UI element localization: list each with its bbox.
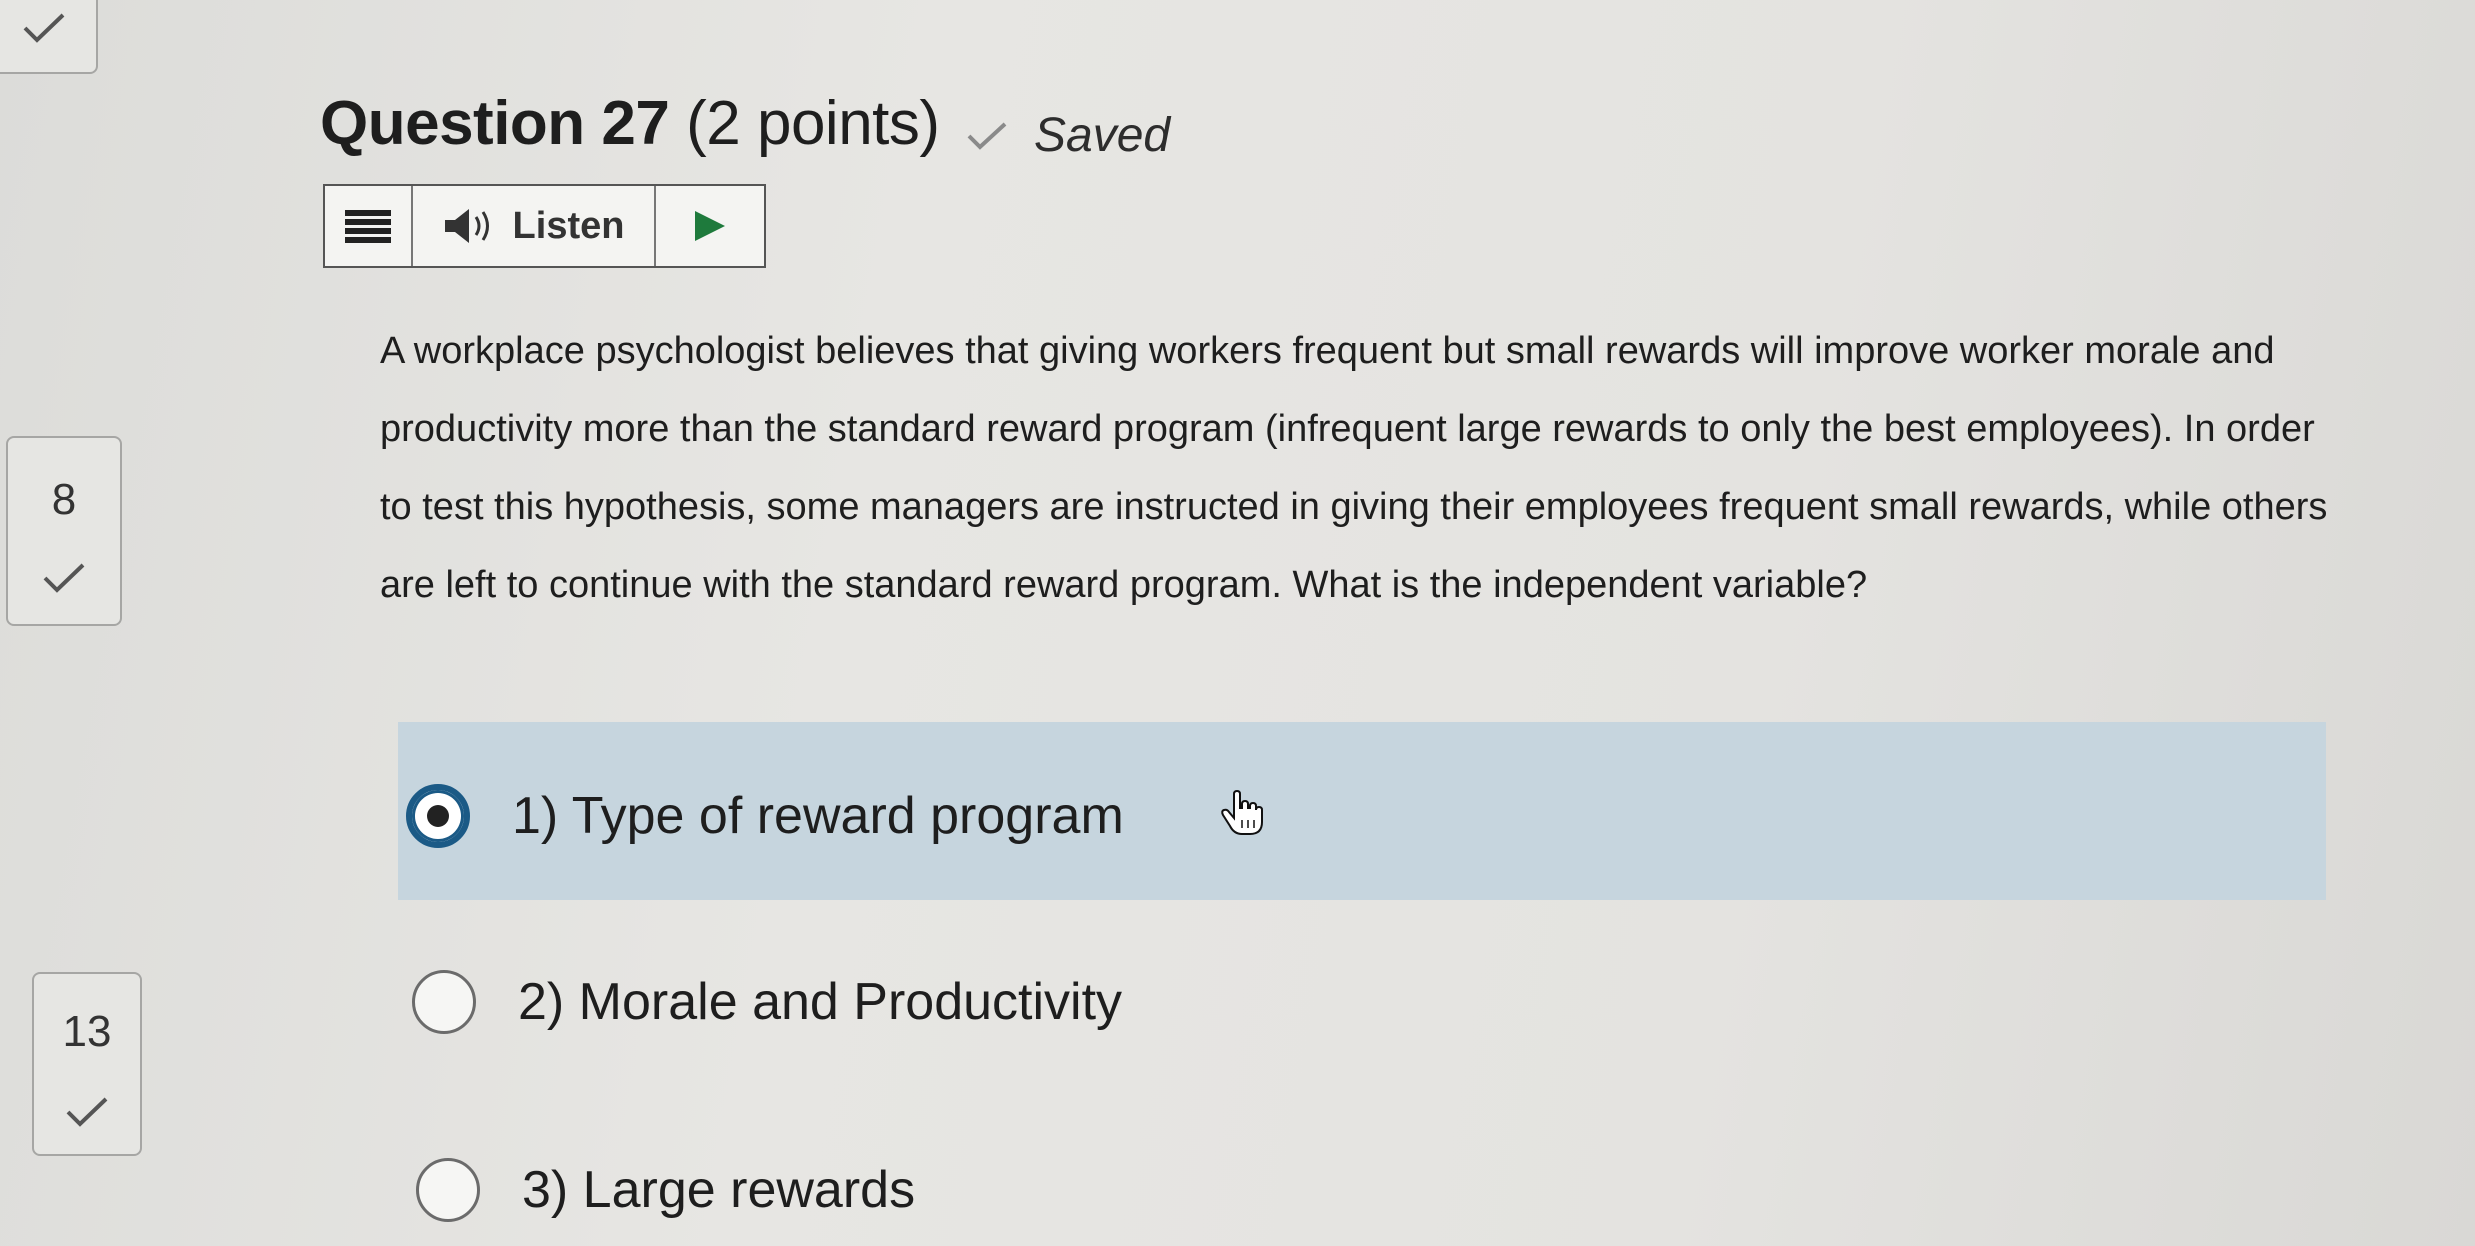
radio-button[interactable] — [412, 970, 476, 1034]
choice-label: 1) Type of reward program — [512, 787, 1124, 845]
menu-icon — [345, 210, 391, 243]
question-points: (2 points) — [686, 89, 940, 158]
question-nav-item-8[interactable]: 8 — [6, 436, 122, 626]
check-icon — [66, 1097, 108, 1127]
question-nav-item-13[interactable]: 13 — [32, 972, 142, 1156]
hand-cursor-icon — [1221, 790, 1263, 835]
radio-dot-icon — [427, 805, 449, 827]
radio-button[interactable] — [416, 1158, 480, 1222]
saved-status: Saved — [966, 108, 1170, 163]
question-nav-item[interactable] — [0, 0, 98, 74]
check-icon — [23, 13, 65, 43]
question-nav-number: 13 — [62, 1007, 112, 1056]
answer-choice-2[interactable]: 2) Morale and Productivity — [412, 970, 1122, 1034]
check-icon — [967, 122, 1007, 150]
answer-choice-1[interactable]: 1) Type of reward program — [406, 784, 1124, 848]
speaker-icon — [444, 209, 489, 243]
play-icon — [695, 211, 725, 241]
question-number: Question 27 — [320, 89, 670, 158]
saved-label: Saved — [1034, 109, 1171, 162]
check-icon — [43, 563, 85, 593]
answer-choice-3[interactable]: 3) Large rewards — [416, 1158, 915, 1222]
choice-label: 3) Large rewards — [522, 1161, 916, 1219]
question-title: Question 27 (2 points) — [320, 88, 940, 159]
radio-button-selected[interactable] — [406, 784, 470, 848]
listen-button[interactable]: Listen — [413, 186, 656, 266]
question-nav-number: 8 — [51, 475, 77, 524]
play-button[interactable] — [656, 186, 764, 266]
listen-toolbar: Listen — [323, 184, 766, 268]
listen-label: Listen — [512, 204, 625, 247]
choice-label: 2) Morale and Productivity — [518, 973, 1123, 1031]
question-text: A workplace psychologist believes that g… — [380, 330, 2328, 606]
menu-button[interactable] — [325, 186, 413, 266]
